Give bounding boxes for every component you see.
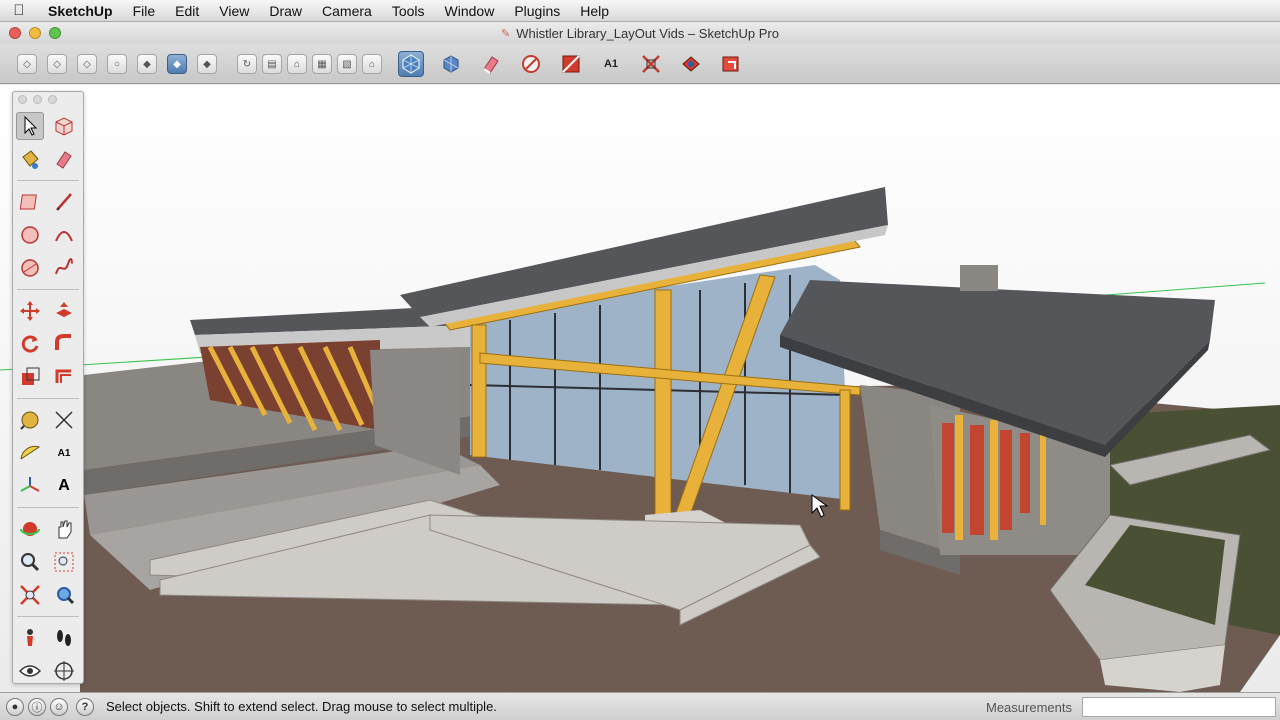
- right-camera-icon[interactable]: ▦: [312, 54, 332, 74]
- section-plane-icon[interactable]: [558, 51, 584, 77]
- credits-icon[interactable]: ⓘ: [28, 697, 46, 716]
- eraser-tool-icon[interactable]: [50, 145, 78, 173]
- palette-window-buttons: [18, 95, 57, 104]
- building-model-scene: [0, 187, 1280, 692]
- eraser-icon[interactable]: [478, 51, 504, 77]
- arc-tool-icon[interactable]: [50, 221, 78, 249]
- zoom-extents-tool-icon[interactable]: [16, 581, 44, 609]
- menu-plugins[interactable]: Plugins: [504, 0, 570, 22]
- menu-camera[interactable]: Camera: [312, 0, 382, 22]
- iso-view-icon[interactable]: ◇: [17, 54, 37, 74]
- move-tool-icon[interactable]: [16, 297, 44, 325]
- scale-tool-icon[interactable]: [16, 363, 44, 391]
- freehand-tool-icon[interactable]: [50, 254, 78, 282]
- send-to-layout-icon[interactable]: [718, 51, 744, 77]
- push-pull-tool-icon[interactable]: [50, 297, 78, 325]
- follow-me-tool-icon[interactable]: [50, 330, 78, 358]
- help-icon[interactable]: ?: [76, 697, 94, 716]
- right-view-icon[interactable]: ○: [107, 54, 127, 74]
- layout-icon[interactable]: [678, 51, 704, 77]
- close-window-button[interactable]: [9, 27, 21, 39]
- dimension-tool-icon[interactable]: [50, 406, 78, 434]
- make-component-tool-icon[interactable]: [50, 112, 78, 140]
- menu-bar:  SketchUp File Edit View Draw Camera To…: [0, 0, 1280, 22]
- front-camera-icon[interactable]: ▤: [262, 54, 282, 74]
- polygon-tool-icon[interactable]: [16, 254, 44, 282]
- document-icon: ✎: [501, 27, 511, 40]
- minimize-window-button[interactable]: [29, 27, 41, 39]
- text-tool-palette-label: A1: [57, 447, 71, 459]
- status-bar: ● ⓘ ☺ ? Select objects. Shift to extend …: [0, 692, 1280, 720]
- zoom-window-tool-icon[interactable]: [50, 548, 78, 576]
- previous-view-tool-icon[interactable]: [50, 581, 78, 609]
- select-tool-icon[interactable]: [16, 112, 44, 140]
- menu-draw[interactable]: Draw: [259, 0, 312, 22]
- look-around-tool-icon[interactable]: [16, 657, 44, 685]
- position-camera-tool-icon[interactable]: [16, 624, 44, 652]
- monochrome-view-icon[interactable]: ◆: [197, 54, 217, 74]
- left-camera-icon[interactable]: ⌂: [362, 54, 382, 74]
- menu-tools[interactable]: Tools: [382, 0, 435, 22]
- rectangle-tool-icon[interactable]: [16, 188, 44, 216]
- text-tool-icon[interactable]: A1: [598, 51, 624, 77]
- main-toolbar: ◇ ◇ ◇ ○ ◆ ◆ ◆ ↻ ▤ ⌂ ▦ ▧ ⌂ A1: [0, 44, 1280, 84]
- status-message: Select objects. Shift to extend select. …: [106, 699, 497, 714]
- help-label: ?: [81, 700, 89, 713]
- tool-palette: A1 A: [12, 91, 84, 684]
- paint-bucket-tool-icon[interactable]: [16, 145, 44, 173]
- zoom-tool-icon[interactable]: [16, 548, 44, 576]
- get-models-icon[interactable]: [398, 51, 424, 77]
- geo-location-icon[interactable]: ●: [6, 697, 24, 716]
- zoom-window-button[interactable]: [49, 27, 61, 39]
- line-tool-icon[interactable]: [50, 188, 78, 216]
- shaded-view-icon[interactable]: ◆: [167, 54, 187, 74]
- text-tool-label: A1: [603, 58, 619, 70]
- menu-window[interactable]: Window: [435, 0, 505, 22]
- menu-view[interactable]: View: [209, 0, 259, 22]
- circle-tool-icon[interactable]: [16, 221, 44, 249]
- home-camera-icon[interactable]: ⌂: [287, 54, 307, 74]
- orbit-tool-icon[interactable]: [16, 515, 44, 543]
- 3d-text-tool-icon[interactable]: A: [50, 472, 78, 500]
- measurements-input[interactable]: [1082, 697, 1276, 717]
- window-title-bar: ✎ Whistler Library_LayOut Vids – SketchU…: [0, 22, 1280, 44]
- tape-measure-tool-icon[interactable]: [16, 406, 44, 434]
- menu-sketchup[interactable]: SketchUp: [38, 0, 123, 22]
- text-tool-palette-icon[interactable]: A1: [50, 439, 78, 467]
- top-view-icon[interactable]: ◇: [47, 54, 67, 74]
- back-camera-icon[interactable]: ▧: [337, 54, 357, 74]
- front-view-icon[interactable]: ◇: [77, 54, 97, 74]
- chimney: [960, 265, 998, 291]
- back-view-icon[interactable]: ◆: [137, 54, 157, 74]
- zoom-extents-icon[interactable]: [638, 51, 664, 77]
- axes-tool-icon[interactable]: [16, 472, 44, 500]
- window-title: Whistler Library_LayOut Vids – SketchUp …: [516, 25, 779, 41]
- model-viewport[interactable]: [0, 85, 1280, 692]
- protractor-tool-icon[interactable]: [16, 439, 44, 467]
- rotate-tool-icon[interactable]: [16, 330, 44, 358]
- menu-help[interactable]: Help: [570, 0, 619, 22]
- pan-tool-icon[interactable]: [50, 515, 78, 543]
- share-model-icon[interactable]: [438, 51, 464, 77]
- menu-file[interactable]: File: [123, 0, 166, 22]
- 3d-text-tool-label: A: [58, 477, 70, 494]
- walk-tool-icon[interactable]: [50, 624, 78, 652]
- offset-tool-icon[interactable]: [50, 363, 78, 391]
- compass-icon[interactable]: [518, 51, 544, 77]
- orbit-camera-icon[interactable]: ↻: [237, 54, 257, 74]
- menu-edit[interactable]: Edit: [165, 0, 209, 22]
- measurements-label: Measurements: [986, 700, 1072, 715]
- user-icon[interactable]: ☺: [50, 697, 68, 716]
- section-plane-tool-icon[interactable]: [50, 657, 78, 685]
- apple-menu-icon[interactable]: : [0, 2, 38, 19]
